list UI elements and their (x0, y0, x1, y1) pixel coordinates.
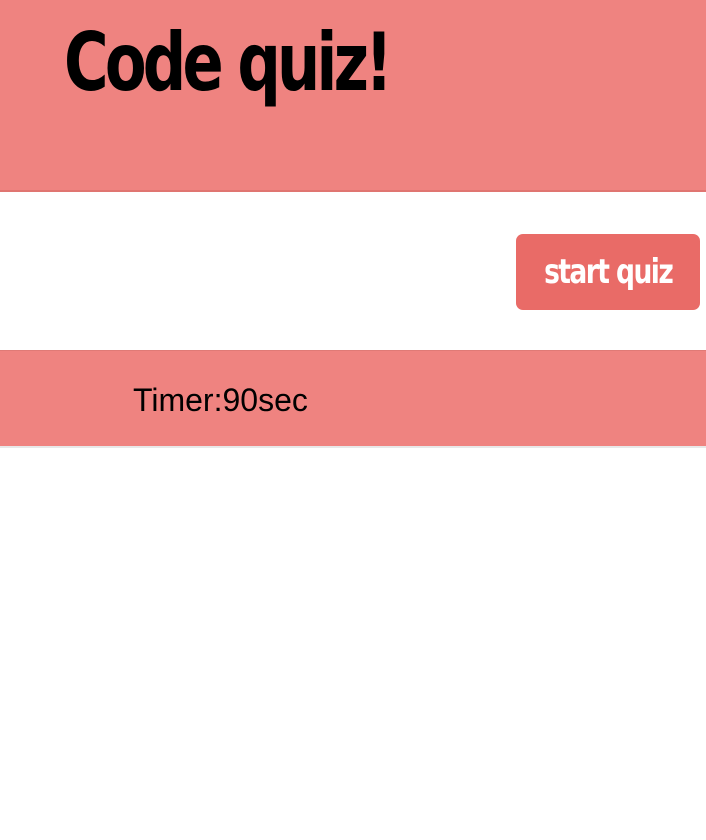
start-quiz-button[interactable]: start quiz (516, 234, 700, 310)
timer-text: Timer:90sec (133, 382, 308, 418)
start-quiz-label: start quiz (543, 252, 674, 292)
timer-bar: Timer:90sec (0, 350, 706, 448)
header-banner: Code quiz! (0, 0, 706, 192)
page-title: Code quiz! (64, 16, 393, 109)
